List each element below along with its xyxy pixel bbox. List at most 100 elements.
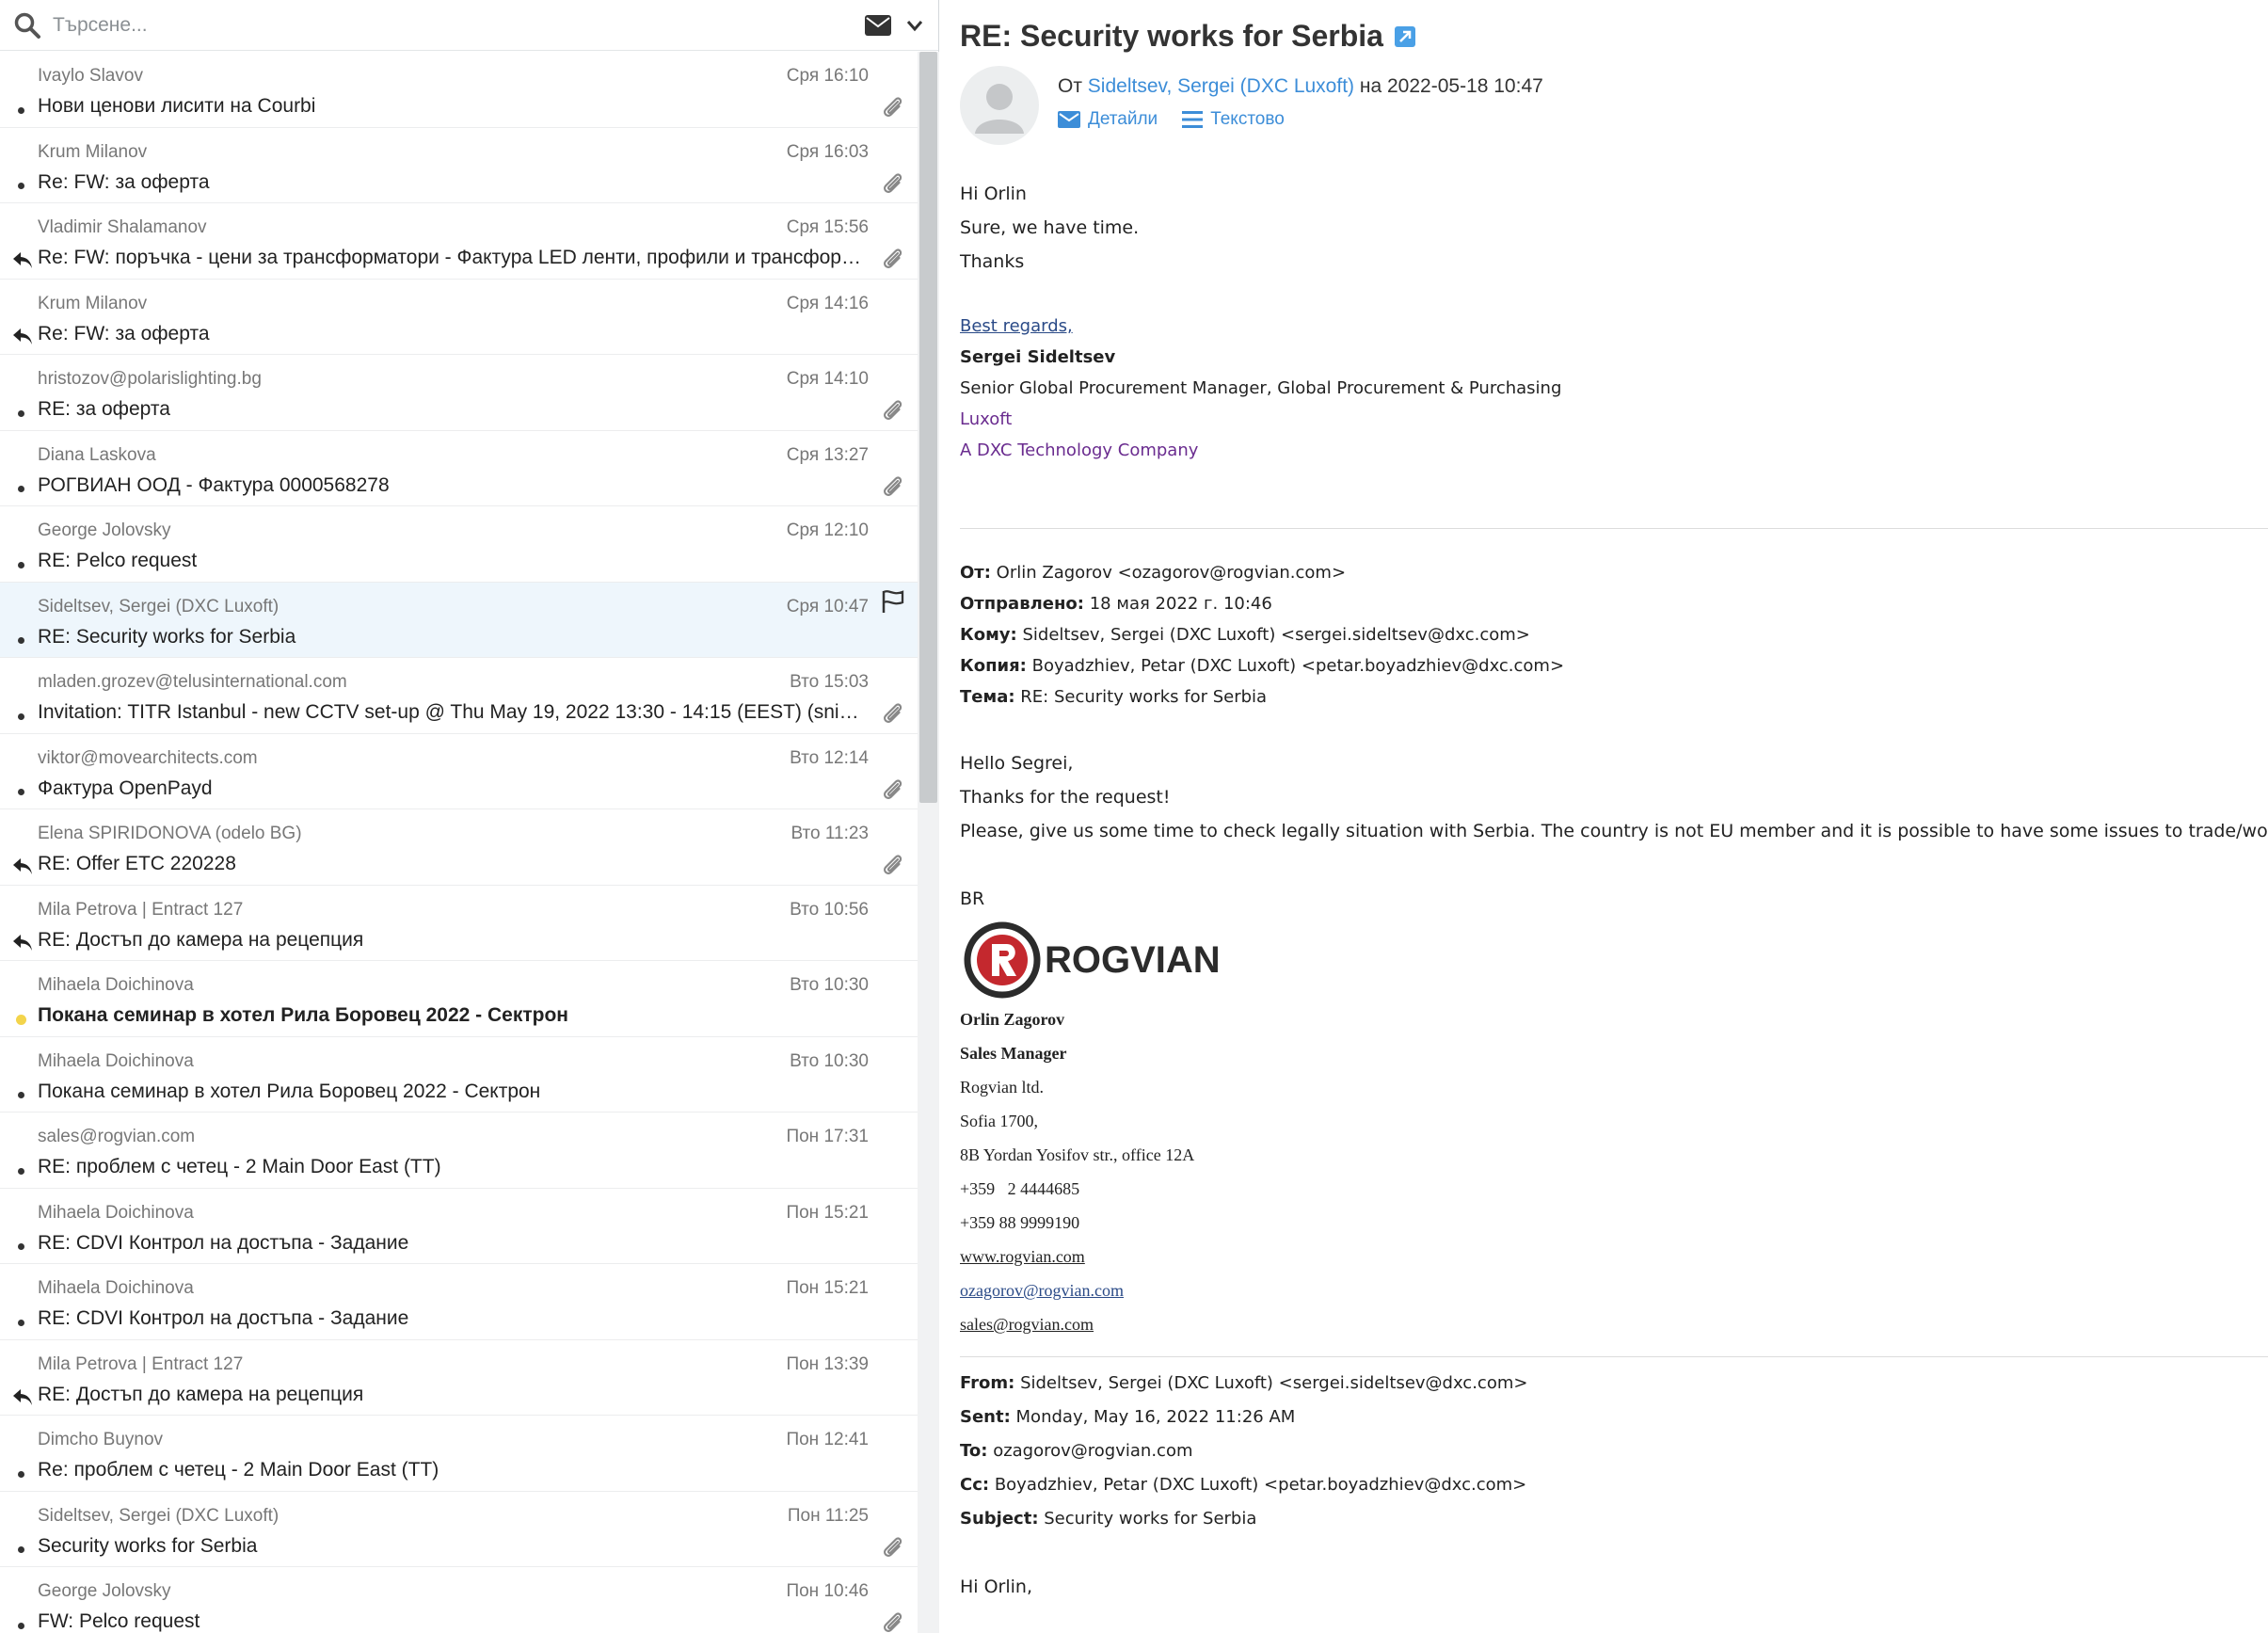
- quote2-subject: Security works for Serbia: [1044, 1509, 1257, 1529]
- message-date: Вто 11:23: [791, 824, 869, 843]
- sender-link[interactable]: Sideltsev, Sergei (DXC Luxoft): [1088, 75, 1354, 97]
- details-button[interactable]: Детайли: [1058, 109, 1158, 130]
- message-row[interactable]: sales@rogvian.com Пон 17:31 RE: проблем …: [0, 1113, 918, 1189]
- message-from: George Jolovsky: [38, 520, 171, 540]
- message-row[interactable]: Sideltsev, Sergei (DXC Luxoft) Пон 11:25…: [0, 1492, 918, 1567]
- quote-subject-label: Тема:: [960, 687, 1015, 707]
- message-subject: Re: FW: за оферта: [38, 170, 210, 193]
- message-subject: RE: Достъп до камера на рецепция: [38, 1383, 364, 1405]
- read-dot-icon[interactable]: [13, 406, 28, 421]
- message-from: Mihaela Doichinova: [38, 975, 194, 995]
- sig2-sales-email-link[interactable]: sales@rogvian.com: [960, 1315, 1094, 1334]
- quote2-body-line: Hi Orlin,: [960, 1577, 1033, 1597]
- read-dot-icon[interactable]: [13, 179, 28, 194]
- message-list: Ivaylo Slavov Сря 16:10 Нови ценови лиси…: [0, 52, 918, 1633]
- read-dot-icon[interactable]: [13, 1543, 28, 1558]
- search-bar: [0, 0, 938, 51]
- quote-body-line: Hello Segrei,: [960, 753, 1074, 774]
- read-dot-icon[interactable]: [13, 1088, 28, 1103]
- read-dot-icon[interactable]: [13, 557, 28, 572]
- message-row[interactable]: Elena SPIRIDONOVA (odelo BG) Вто 11:23 R…: [0, 809, 918, 886]
- message-row[interactable]: Mihaela Doichinova Пон 15:21 RE: CDVI Ко…: [0, 1264, 918, 1340]
- quote-br: BR: [960, 889, 985, 909]
- message-row[interactable]: Mihaela Doichinova Вто 10:30 Покана семи…: [0, 961, 918, 1037]
- message-row[interactable]: George Jolovsky Пон 10:46 FW: Pelco requ…: [0, 1567, 918, 1633]
- message-date: Пон 12:41: [786, 1430, 869, 1449]
- search-icon[interactable]: [13, 11, 41, 40]
- message-row[interactable]: hristozov@polarislighting.bg Сря 14:10 R…: [0, 355, 918, 431]
- read-dot-icon[interactable]: [13, 1466, 28, 1481]
- details-label: Детайли: [1088, 109, 1158, 129]
- quote-from-label: От:: [960, 563, 991, 583]
- message-subject: Invitation: TITR Istanbul - new CCTV set…: [38, 701, 866, 723]
- read-dot-icon[interactable]: [13, 1163, 28, 1178]
- replied-icon: [13, 1388, 32, 1405]
- unread-dot-icon[interactable]: [13, 1012, 28, 1027]
- message-row[interactable]: Krum Milanov Сря 16:03 Re: FW: за оферта: [0, 128, 918, 203]
- scrollbar-thumb[interactable]: [919, 52, 937, 803]
- from-prefix: От: [1058, 75, 1082, 97]
- flag-icon[interactable]: [880, 588, 906, 615]
- sig-title: Senior Global Procurement Manager, Globa…: [960, 378, 1562, 398]
- message-row[interactable]: Ivaylo Slavov Сря 16:10 Нови ценови лиси…: [0, 52, 918, 128]
- message-row[interactable]: Mila Petrova | Entract 127 Вто 10:56 RE:…: [0, 886, 918, 961]
- message-row[interactable]: Sideltsev, Sergei (DXC Luxoft) Сря 10:47…: [0, 582, 918, 658]
- sig2-city: Sofia 1700,: [960, 1112, 1038, 1130]
- quote-sent: 18 мая 2022 г. 10:46: [1089, 594, 1272, 614]
- message-date: Вто 10:30: [790, 975, 869, 995]
- message-list-scroll: Ivaylo Slavov Сря 16:10 Нови ценови лиси…: [0, 52, 939, 1633]
- quote-body-line: Thanks for the request!: [960, 787, 1171, 808]
- plain-text-label: Текстово: [1210, 109, 1285, 129]
- message-row[interactable]: Vladimir Shalamanov Сря 15:56 Re: FW: по…: [0, 203, 918, 280]
- message-from: Sideltsev, Sergei (DXC Luxoft): [38, 1505, 280, 1526]
- message-row[interactable]: Diana Laskova Сря 13:27 РОГВИАН ООД - Фа…: [0, 431, 918, 506]
- plain-text-button[interactable]: Текстово: [1182, 109, 1285, 130]
- attachment-icon: [884, 97, 902, 117]
- sig2-website-link[interactable]: www.rogvian.com: [960, 1247, 1085, 1266]
- sig2-email-link[interactable]: ozagorov@rogvian.com: [960, 1281, 1124, 1300]
- message-from: Dimcho Buynov: [38, 1430, 164, 1449]
- envelope-filter-icon[interactable]: [865, 14, 891, 36]
- message-row[interactable]: mladen.grozev@telusinternational.com Вто…: [0, 658, 918, 734]
- read-dot-icon[interactable]: [13, 1240, 28, 1255]
- message-row[interactable]: Mila Petrova | Entract 127 Пон 13:39 RE:…: [0, 1340, 918, 1416]
- sig-company-tagline: A DXC Technology Company: [960, 440, 1199, 460]
- message-date: Сря 14:10: [786, 369, 869, 389]
- search-input[interactable]: [51, 12, 865, 38]
- person-icon: [975, 84, 1024, 134]
- read-dot-icon[interactable]: [13, 482, 28, 497]
- message-row[interactable]: Mihaela Doichinova Пон 15:21 RE: CDVI Ко…: [0, 1189, 918, 1264]
- message-row[interactable]: viktor@movearchitects.com Вто 12:14 Факт…: [0, 734, 918, 809]
- message-subject: Re: FW: за оферта: [38, 322, 210, 344]
- message-row[interactable]: George Jolovsky Сря 12:10 RE: Pelco requ…: [0, 506, 918, 583]
- read-dot-icon[interactable]: [13, 1315, 28, 1330]
- message-from: sales@rogvian.com: [38, 1127, 196, 1146]
- message-date: Вто 10:56: [790, 899, 869, 920]
- open-external-icon[interactable]: [1394, 25, 1415, 47]
- message-subject: Нови ценови лисити на Courbi: [38, 95, 316, 117]
- read-dot-icon[interactable]: [13, 103, 28, 118]
- sig-name: Sergei Sideltsev: [960, 347, 1116, 367]
- scrollbar[interactable]: [918, 52, 939, 1633]
- quote-cc-label: Копия:: [960, 656, 1027, 676]
- message-from: Mihaela Doichinova: [38, 1278, 194, 1298]
- message-subject: RE: CDVI Контрол на достъпа - Задание: [38, 1307, 409, 1329]
- list-icon: [1182, 111, 1204, 128]
- message-row[interactable]: Mihaela Doichinova Вто 10:30 Покана семи…: [0, 1037, 918, 1113]
- read-dot-icon[interactable]: [13, 709, 28, 724]
- message-from: Vladimir Shalamanov: [38, 217, 207, 237]
- chevron-down-icon[interactable]: [904, 15, 925, 36]
- message-subject: Покана семинар в хотел Рила Боровец 2022…: [38, 1080, 541, 1102]
- message-row[interactable]: Krum Milanov Сря 14:16 Re: FW: за оферта: [0, 280, 918, 355]
- read-dot-icon[interactable]: [13, 633, 28, 648]
- message-from: Elena SPIRIDONOVA (odelo BG): [38, 824, 302, 843]
- quote-body-line: Please, give us some time to check legal…: [960, 821, 2268, 841]
- message-subject-text: RE: Security works for Serbia: [960, 19, 1383, 53]
- message-date: Сря 14:16: [786, 293, 869, 313]
- message-from: Mila Petrova | Entract 127: [38, 899, 244, 920]
- message-date: Вто 10:30: [790, 1050, 869, 1071]
- read-dot-icon[interactable]: [13, 785, 28, 800]
- message-row[interactable]: Dimcho Buynov Пон 12:41 Re: проблем с че…: [0, 1416, 918, 1492]
- read-dot-icon[interactable]: [13, 1618, 28, 1633]
- quoted-header-1: От: Orlin Zagorov <ozagorov@rogvian.com>…: [960, 557, 2259, 712]
